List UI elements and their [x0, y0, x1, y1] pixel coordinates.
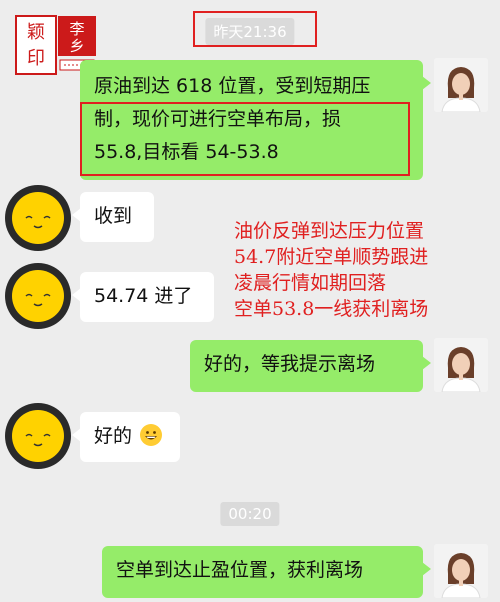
timestamp-label: 00:20: [220, 502, 280, 526]
annotation-line: 空单53.8一线获利离场: [234, 298, 429, 320]
message-text-line: 原油到达 618 位置，受到短期压: [94, 75, 371, 97]
svg-text:乡: 乡: [69, 37, 84, 55]
woman-portrait-icon: [434, 58, 488, 112]
message-bubble-incoming[interactable]: 好的: [72, 412, 180, 462]
svg-text:李: 李: [69, 20, 84, 38]
annotation-overlay: 油价反弹到达压力位置 54.7附近空单顺势跟进 凌晨行情如期回落 空单53.8一…: [234, 218, 496, 322]
contact-avatar[interactable]: [4, 262, 72, 330]
message-bubble-outgoing[interactable]: 好的，等我提示离场: [190, 340, 431, 392]
message-bubble-incoming[interactable]: 54.74 进了: [72, 272, 214, 322]
message-text: 收到: [94, 205, 133, 227]
woman-portrait-icon: [434, 544, 488, 598]
message-text: 54.74 进了: [94, 285, 193, 307]
timestamp-highlight-box: [193, 11, 317, 47]
message-text: 好的: [94, 425, 133, 447]
self-avatar[interactable]: [434, 58, 488, 112]
self-avatar[interactable]: [434, 544, 488, 598]
message-text: 空单到达止盈位置，获利离场: [116, 559, 364, 581]
message-bubble-incoming[interactable]: 收到: [72, 192, 154, 242]
svg-text:印: 印: [27, 48, 45, 69]
message-text: 好的，等我提示离场: [204, 353, 376, 375]
annotation-line: 油价反弹到达压力位置: [234, 220, 425, 242]
annotation-line: 54.7附近空单顺势跟进: [234, 246, 429, 268]
woman-portrait-icon: [434, 338, 488, 392]
message-highlight-box: [80, 102, 410, 176]
grinning-emoji-icon: [140, 424, 163, 446]
annotation-line: 凌晨行情如期回落: [234, 272, 387, 294]
self-avatar[interactable]: [434, 338, 488, 392]
svg-text:颖: 颖: [27, 22, 45, 43]
message-bubble-outgoing[interactable]: 空单到达止盈位置，获利离场: [102, 546, 431, 598]
contact-avatar[interactable]: [4, 184, 72, 252]
contact-avatar[interactable]: [4, 402, 72, 470]
